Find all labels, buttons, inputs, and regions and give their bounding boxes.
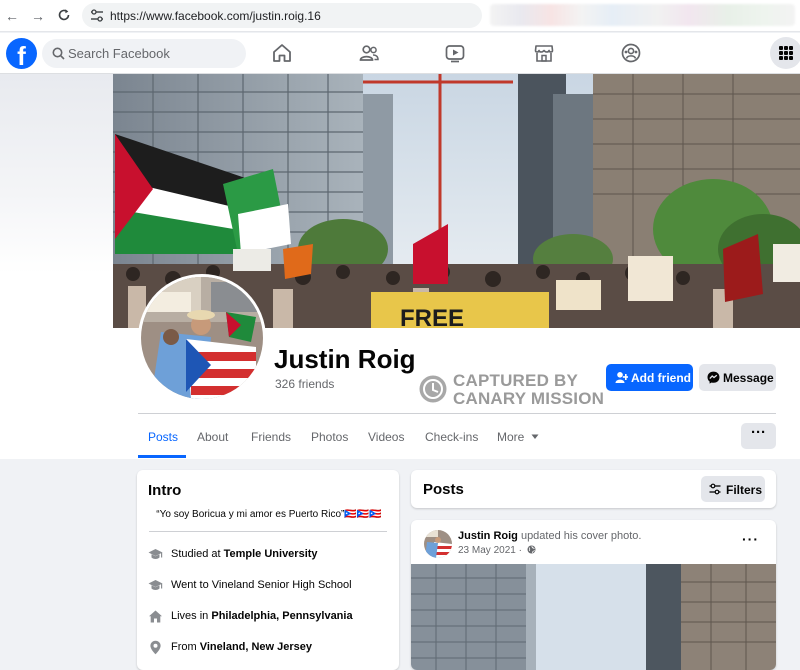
friends-icon[interactable] (358, 42, 380, 64)
location-pin-icon (150, 640, 161, 655)
posts-title: Posts (423, 481, 464, 498)
watch-icon[interactable] (444, 42, 466, 64)
canary-mission-watermark: CAPTURED BY CANARY MISSION (418, 372, 608, 408)
post-meta: 23 May 2021 · (458, 545, 536, 556)
post-cover-photo[interactable] (411, 564, 776, 670)
intro-item-high-school: Went to Vineland Senior High School (148, 577, 393, 595)
profile-more-options-button[interactable]: ··· (741, 423, 776, 449)
tab-videos[interactable]: Videos (368, 430, 404, 444)
post-date[interactable]: 23 May 2021 · (458, 545, 522, 556)
post-author-name[interactable]: Justin Roig (458, 530, 518, 542)
watermark-line2: CANARY MISSION (453, 389, 605, 408)
tab-check-ins[interactable]: Check-ins (425, 430, 478, 444)
intro-education-prefix: Studied at (171, 548, 224, 560)
intro-bio: “Yo soy Boricua y mi amor es Puerto Rico… (156, 509, 382, 520)
post-action-text: updated his cover photo. (517, 530, 642, 542)
banner-text: FREE (400, 305, 464, 328)
posts-header-card: Posts Filters (411, 470, 776, 508)
site-settings-icon[interactable] (90, 9, 104, 22)
tab-about[interactable]: About (197, 430, 228, 444)
post-card: Justin Roig updated his cover photo. 23 … (411, 520, 776, 670)
messenger-icon (707, 371, 720, 384)
graduation-cap-icon (148, 549, 163, 559)
post-author-avatar[interactable] (424, 530, 452, 558)
intro-lives-in-prefix: Lives in (171, 610, 212, 622)
profile-name: Justin Roig (274, 344, 416, 374)
forward-icon[interactable]: → (30, 8, 46, 24)
groups-icon[interactable] (620, 42, 642, 64)
tab-more[interactable]: More (497, 430, 539, 444)
marketplace-icon[interactable] (533, 42, 555, 64)
url-text: https://www.facebook.com/justin.roig.16 (110, 9, 321, 23)
facebook-logo[interactable]: f (6, 38, 37, 69)
message-button[interactable]: Message (699, 364, 776, 391)
tab-photos[interactable]: Photos (311, 430, 348, 444)
search-input[interactable] (68, 39, 238, 68)
friend-count[interactable]: 326 friends (275, 377, 334, 391)
add-person-icon (615, 372, 628, 383)
profile-avatar[interactable] (141, 277, 263, 399)
intro-item-lives-in: Lives in Philadelphia, Pennsylvania (148, 608, 393, 626)
back-icon[interactable]: ← (4, 8, 20, 24)
browser-toolbar: ← → https://www.facebook.com/justin.roig… (0, 0, 800, 32)
blurred-extensions-area (490, 4, 795, 26)
filters-label: Filters (726, 483, 763, 497)
header-divider (138, 413, 776, 414)
search-icon (52, 47, 65, 60)
message-label: Message (723, 371, 774, 385)
add-friend-label: Add friend (631, 371, 691, 385)
active-tab-indicator (138, 455, 186, 458)
globe-icon (527, 545, 536, 554)
intro-item-from: From Vineland, New Jersey (148, 639, 393, 657)
tab-friends[interactable]: Friends (251, 430, 291, 444)
post-options-button[interactable]: ··· (742, 531, 759, 547)
intro-item-education: Studied at Temple University (148, 546, 393, 564)
address-bar[interactable]: https://www.facebook.com/justin.roig.16 (82, 3, 482, 28)
intro-from-prefix: From (171, 641, 200, 653)
intro-lives-in-link[interactable]: Philadelphia, Pennsylvania (211, 610, 352, 622)
intro-card: Intro “Yo soy Boricua y mi amor es Puert… (137, 470, 399, 670)
clock-icon (419, 375, 447, 403)
grid-menu-icon[interactable] (770, 37, 800, 69)
caret-down-icon (531, 434, 539, 439)
header-fade (0, 74, 113, 274)
home-icon[interactable] (271, 42, 293, 64)
intro-high-school-text: Went to Vineland Senior High School (171, 579, 352, 591)
intro-from-link[interactable]: Vineland, New Jersey (200, 641, 312, 653)
add-friend-button[interactable]: Add friend (606, 364, 693, 391)
filter-sliders-icon (709, 483, 721, 495)
tab-posts[interactable]: Posts (148, 430, 178, 444)
facebook-header: f (0, 33, 800, 74)
home-icon (149, 610, 162, 623)
intro-divider (149, 531, 387, 532)
search-box[interactable] (42, 39, 246, 68)
graduation-cap-icon (148, 580, 163, 590)
tab-more-label: More (497, 430, 525, 444)
watermark-line1: CAPTURED BY (453, 371, 578, 390)
filters-button[interactable]: Filters (701, 476, 765, 502)
intro-title: Intro (148, 482, 182, 499)
reload-icon[interactable] (56, 8, 72, 24)
post-header: Justin Roig updated his cover photo. (458, 530, 641, 542)
intro-education-link[interactable]: Temple University (224, 548, 318, 560)
